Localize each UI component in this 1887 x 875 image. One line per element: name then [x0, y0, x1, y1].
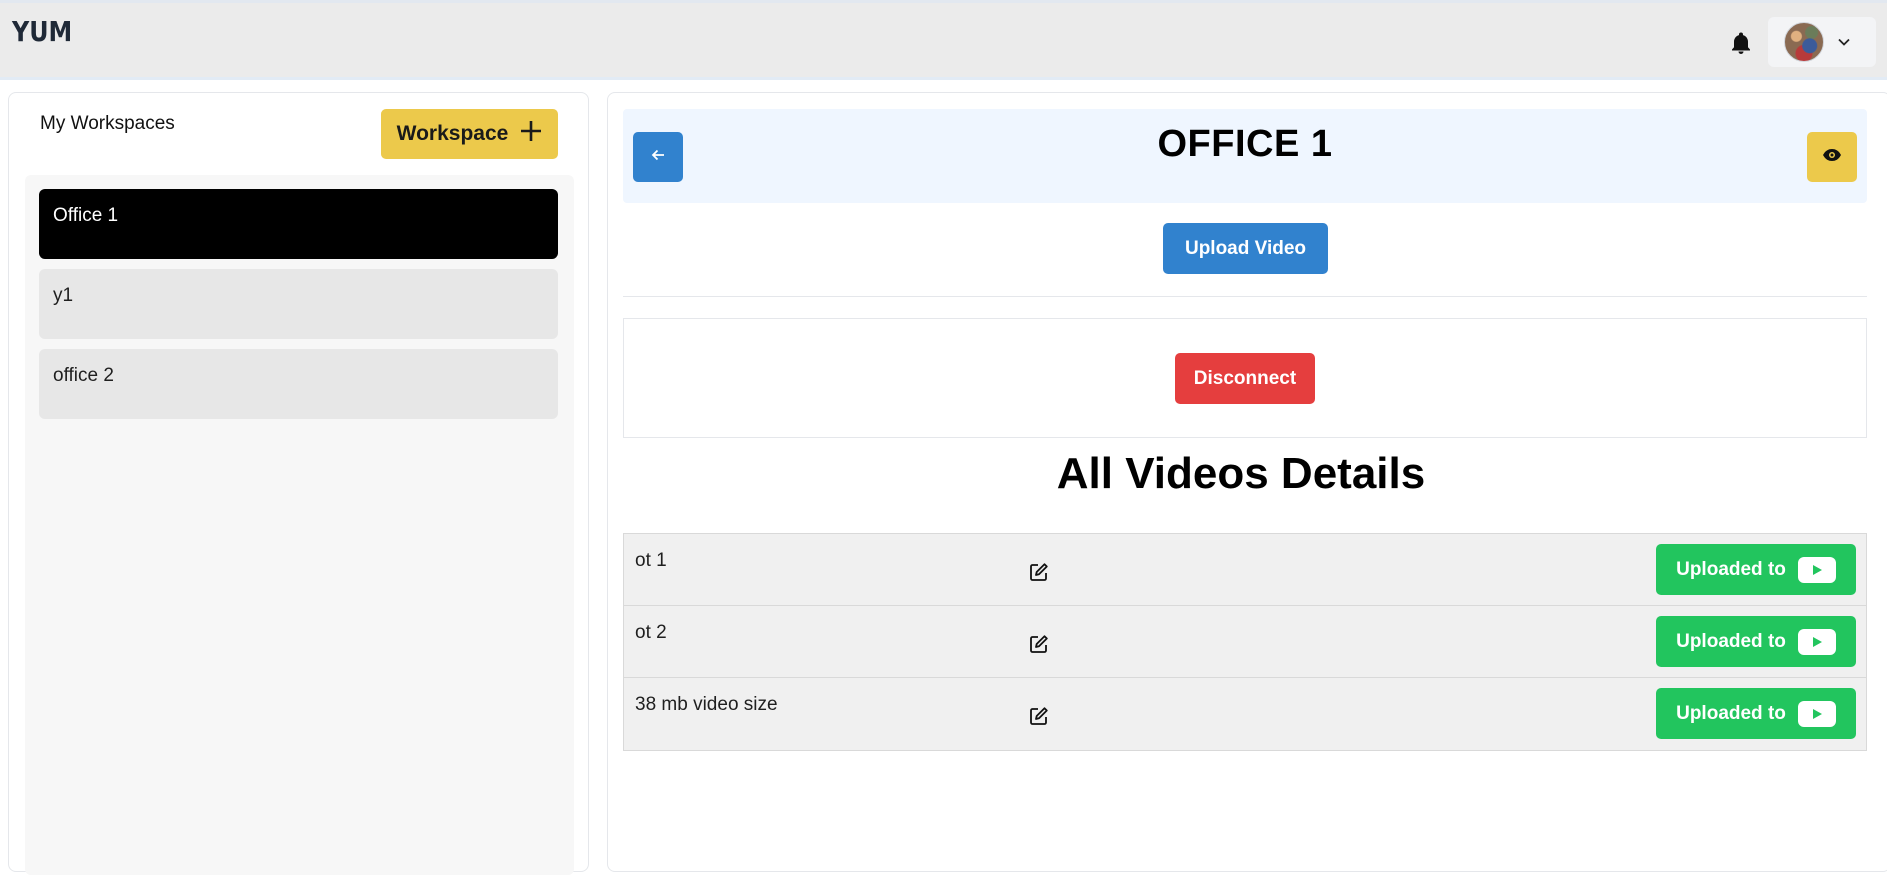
video-name: ot 2 [635, 622, 667, 643]
profile-menu[interactable] [1768, 17, 1876, 67]
view-button[interactable] [1807, 132, 1857, 182]
edit-icon[interactable] [1027, 560, 1051, 584]
youtube-icon [1797, 556, 1836, 583]
workspace-item-y1[interactable]: y1 [39, 269, 558, 339]
chevron-down-icon [1838, 38, 1850, 46]
avatar [1784, 22, 1824, 62]
add-workspace-button[interactable]: Workspace [381, 109, 558, 159]
youtube-icon [1797, 628, 1836, 655]
table-row: 38 mb video size Uploaded to [624, 678, 1866, 750]
uploaded-to-youtube-button[interactable]: Uploaded to [1656, 544, 1856, 595]
uploaded-label: Uploaded to [1676, 630, 1786, 652]
upload-video-button[interactable]: Upload Video [1163, 223, 1328, 274]
sidebar-title: My Workspaces [40, 113, 175, 134]
plus-icon [520, 120, 542, 148]
video-name: ot 1 [635, 550, 667, 571]
section-title: All Videos Details [1056, 449, 1426, 498]
page-title: OFFICE 1 [1157, 123, 1333, 165]
workspace-detail-panel: OFFICE 1 Upload Video Disconnect All Vid… [607, 92, 1887, 872]
app-logo[interactable]: YUM [12, 15, 72, 48]
edit-icon[interactable] [1027, 704, 1051, 728]
table-row: ot 1 Uploaded to [624, 534, 1866, 606]
workspace-item-office-2[interactable]: office 2 [39, 349, 558, 419]
disconnect-button[interactable]: Disconnect [1175, 353, 1315, 404]
video-name: 38 mb video size [635, 694, 778, 715]
divider [623, 296, 1867, 297]
connection-box: Disconnect [623, 318, 1867, 438]
edit-icon[interactable] [1027, 632, 1051, 656]
eye-icon [1822, 148, 1842, 167]
workspace-item-office-1[interactable]: Office 1 [39, 189, 558, 259]
table-row: ot 2 Uploaded to [624, 606, 1866, 678]
videos-table: ot 1 Uploaded to ot 2 Uploaded to 38 mb … [623, 533, 1867, 751]
uploaded-to-youtube-button[interactable]: Uploaded to [1656, 616, 1856, 667]
top-navbar: YUM [0, 0, 1887, 80]
workspace-sidebar: My Workspaces Workspace Office 1 y1 offi… [8, 92, 589, 875]
workspace-list: Office 1 y1 office 2 [25, 175, 574, 875]
uploaded-label: Uploaded to [1676, 558, 1786, 580]
uploaded-to-youtube-button[interactable]: Uploaded to [1656, 688, 1856, 739]
bell-icon[interactable] [1728, 29, 1754, 57]
title-bar: OFFICE 1 [623, 109, 1867, 203]
add-workspace-label: Workspace [396, 122, 509, 145]
youtube-icon [1797, 700, 1836, 727]
uploaded-label: Uploaded to [1676, 702, 1786, 724]
